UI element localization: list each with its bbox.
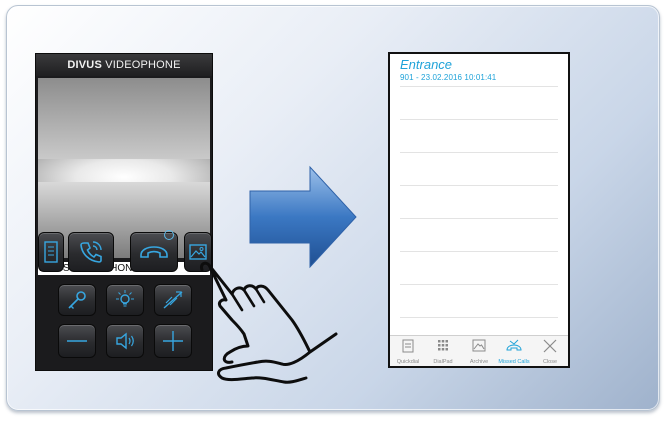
tab-missed-calls[interactable]: Missed Calls: [496, 336, 532, 366]
list-divider: [400, 251, 558, 252]
answer-call-button[interactable]: [68, 232, 114, 272]
pointing-hand-icon: [200, 261, 338, 384]
list-divider: [400, 218, 558, 219]
tab-label: Close: [542, 359, 558, 365]
list-divider: [400, 119, 558, 120]
tab-archive[interactable]: Archive: [461, 336, 497, 366]
plus-icon: [163, 331, 183, 351]
list-divider: [400, 284, 558, 285]
tab-label: DialPad: [433, 359, 453, 365]
tab-label: Quickdial: [396, 359, 420, 365]
light-button[interactable]: [106, 284, 144, 316]
list-divider: [400, 317, 558, 318]
key-icon: [68, 291, 86, 309]
missed-calls-icon: [506, 339, 522, 351]
minus-icon: [67, 340, 87, 342]
archive-icon: [472, 339, 486, 352]
volume-down-button[interactable]: [58, 324, 96, 358]
tab-label: Archive: [469, 359, 489, 365]
video-feed: [38, 78, 210, 258]
mute-video-button[interactable]: [154, 284, 192, 316]
volume-up-button[interactable]: [154, 324, 192, 358]
contacts-button[interactable]: [38, 232, 64, 272]
close-icon: [543, 339, 557, 353]
dialpad-icon: [438, 340, 448, 351]
videophone-app: DIVUS VIDEOPHONE DIVUS VIDEOPHONE: [36, 54, 212, 370]
app-title-brand: DIVUS: [67, 59, 102, 71]
speaker-button[interactable]: [106, 324, 144, 358]
entry-title: Entrance: [400, 57, 453, 72]
lightbulb-icon: [116, 290, 134, 307]
tab-bar: Quickdial DialPad Archive Missed Calls C…: [390, 335, 568, 366]
video-off-icon: [163, 291, 183, 309]
entry-timestamp[interactable]: 901 - 23.02.2016 10:01:41: [400, 73, 496, 82]
missed-calls-screen: Entrance 901 - 23.02.2016 10:01:41 Quick…: [388, 52, 570, 368]
tab-quickdial[interactable]: Quickdial: [390, 336, 426, 366]
quickdial-icon: [402, 339, 414, 353]
door-open-button[interactable]: [58, 284, 96, 316]
speaker-icon: [116, 332, 134, 350]
phone-hangup-icon: [140, 246, 168, 258]
tab-close[interactable]: Close: [532, 336, 568, 366]
list-divider: [400, 152, 558, 153]
app-title: DIVUS VIDEOPHONE: [36, 54, 212, 76]
app-title-product: VIDEOPHONE: [102, 59, 181, 71]
phone-answer-icon: [80, 241, 102, 263]
tab-label: Missed Calls: [498, 359, 530, 365]
tab-dialpad[interactable]: DialPad: [425, 336, 461, 366]
info-icon[interactable]: [164, 230, 174, 240]
list-divider: [400, 86, 558, 87]
list-divider: [400, 185, 558, 186]
contacts-icon: [44, 241, 58, 263]
